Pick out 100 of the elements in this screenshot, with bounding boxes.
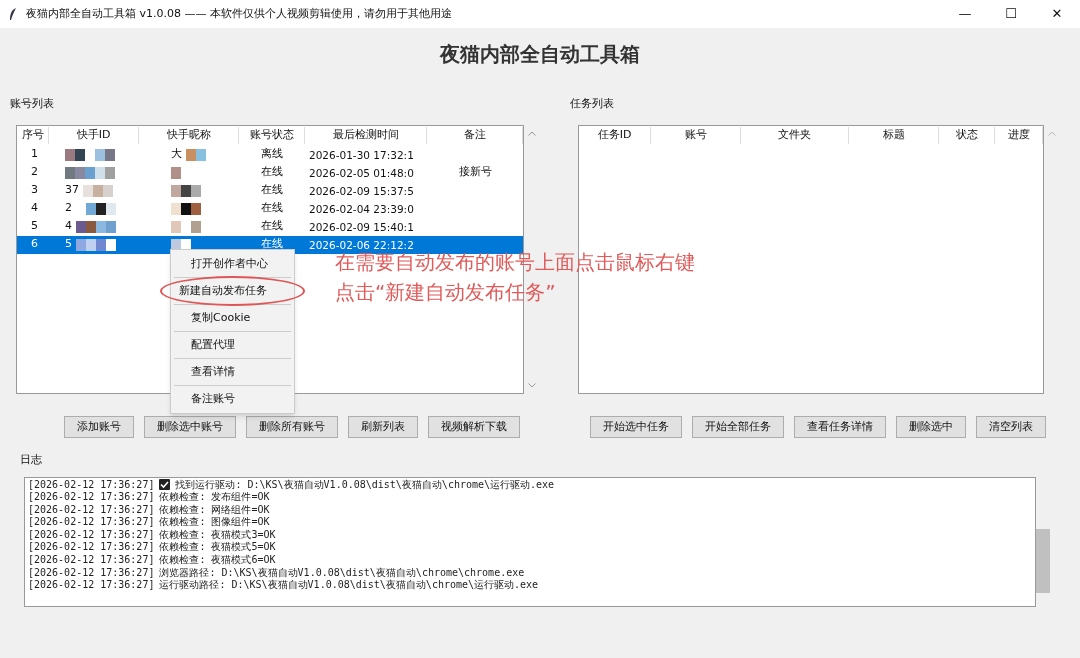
table-row[interactable]: 3 37 在线 2026-02-09 15:37:5 bbox=[17, 181, 523, 200]
toolbar-button[interactable]: 查看任务详情 bbox=[794, 416, 886, 438]
minimize-button[interactable]: — bbox=[942, 0, 988, 28]
blurred-cell bbox=[171, 238, 191, 251]
table-cell: 37 bbox=[65, 182, 79, 199]
log-message: 运行驱动路径: D:\KS\夜猫自动V1.0.08\dist\夜猫自动\chrome\运行驱动.exe bbox=[159, 579, 539, 592]
log-time: [2026-02-12 17:36:27] bbox=[28, 579, 155, 592]
table-row[interactable]: 4 2 在线 2026-02-04 23:39:0 bbox=[17, 199, 523, 218]
blurred-cell bbox=[65, 166, 115, 179]
column-header[interactable]: 快手ID bbox=[49, 127, 139, 144]
table-cell-text: 3 bbox=[30, 182, 39, 199]
table-cell-text: 2026-02-04 23:39:0 bbox=[308, 201, 414, 216]
table-cell-text: 在线 bbox=[260, 182, 284, 199]
column-header[interactable]: 状态 bbox=[939, 127, 995, 144]
table-cell-text: 在线 bbox=[260, 200, 284, 217]
log-message: 依赖检查: 夜猫模式6=OK bbox=[159, 554, 276, 567]
feather-icon bbox=[8, 7, 18, 21]
table-cell: 5 bbox=[65, 236, 72, 253]
toolbar-button[interactable]: 开始选中任务 bbox=[590, 416, 682, 438]
log-time: [2026-02-12 17:36:27] bbox=[28, 503, 155, 517]
log-time: [2026-02-12 17:36:27] bbox=[28, 528, 155, 542]
blurred-cell bbox=[76, 220, 116, 233]
blurred-cell bbox=[83, 184, 113, 197]
scroll-thumb[interactable] bbox=[1036, 528, 1050, 593]
column-header[interactable]: 标题 bbox=[849, 127, 939, 144]
column-header[interactable]: 序号 bbox=[17, 127, 49, 144]
group-label: 账号列表 bbox=[10, 96, 55, 112]
maximize-button[interactable]: ☐ bbox=[988, 0, 1034, 28]
column-header[interactable]: 备注 bbox=[427, 127, 523, 144]
table-cell-text: 6 bbox=[30, 236, 39, 253]
column-header[interactable]: 最后检测时间 bbox=[305, 127, 427, 144]
toolbar-button[interactable]: 开始全部任务 bbox=[692, 416, 784, 438]
toolbar-button[interactable]: 清空列表 bbox=[976, 416, 1046, 438]
scroll-down-icon[interactable] bbox=[528, 383, 536, 388]
toolbar-button[interactable]: 添加账号 bbox=[64, 416, 134, 438]
scroll-up-icon[interactable] bbox=[1048, 130, 1056, 136]
table-cell-text: 在线 bbox=[260, 236, 284, 253]
log-time: [2026-02-12 17:36:27] bbox=[28, 566, 155, 580]
toolbar-button[interactable]: 删除所有账号 bbox=[246, 416, 338, 438]
table-cell-text: 5 bbox=[30, 218, 39, 235]
column-header[interactable]: 文件夹 bbox=[741, 127, 849, 144]
table-cell-text: 2026-02-09 15:37:5 bbox=[308, 183, 414, 198]
table-cell: 2 bbox=[65, 200, 72, 217]
menu-item[interactable]: 复制Cookie bbox=[174, 305, 291, 331]
table-cell-text: 离线 bbox=[260, 146, 284, 163]
column-header[interactable]: 账号状态 bbox=[239, 127, 305, 144]
menu-item[interactable]: 备注账号 bbox=[174, 386, 291, 412]
table-cell-text: 接新号 bbox=[457, 164, 493, 181]
log-message: 依赖检查: 发布组件=OK bbox=[159, 491, 270, 504]
close-button[interactable]: ✕ bbox=[1034, 0, 1080, 28]
table-row[interactable]: 2 在线 2026-02-05 01:48:0 接新号 bbox=[17, 163, 523, 182]
log-message: 找到运行驱动: D:\KS\夜猫自动V1.0.08\dist\夜猫自动\chrome\运行驱动.exe bbox=[175, 478, 555, 491]
scroll-up-icon[interactable] bbox=[528, 130, 536, 136]
log-message: 依赖检查: 夜猫模式5=OK bbox=[159, 541, 276, 554]
table-cell: 4 bbox=[65, 218, 72, 235]
group-label: 任务列表 bbox=[570, 96, 615, 112]
menu-item[interactable]: 新建自动发布任务 bbox=[162, 278, 303, 304]
blurred-cell bbox=[171, 184, 201, 197]
app-heading: 夜猫内部全自动工具箱 bbox=[440, 41, 640, 68]
blurred-cell bbox=[171, 166, 181, 179]
check-icon bbox=[159, 479, 171, 491]
log-message: 依赖检查: 夜猫模式3=OK bbox=[159, 528, 276, 541]
toolbar-button[interactable]: 删除选中账号 bbox=[144, 416, 236, 438]
window-title: 夜猫内部全自动工具箱 v1.0.08 —— 本软件仅供个人视频剪辑使用，请勿用于其他用途 bbox=[26, 5, 452, 22]
table-cell-text: 4 bbox=[30, 200, 39, 217]
menu-item[interactable]: 打开创作者中心 bbox=[174, 251, 291, 277]
menu-item[interactable]: 配置代理 bbox=[174, 332, 291, 358]
log-message: 依赖检查: 网络组件=OK bbox=[159, 503, 270, 516]
table-row[interactable]: 5 4 在线 2026-02-09 15:40:1 bbox=[17, 217, 523, 236]
table-cell-text: 在线 bbox=[260, 164, 284, 181]
log-time: [2026-02-12 17:36:27] bbox=[28, 541, 155, 555]
column-header[interactable]: 账号 bbox=[651, 127, 741, 144]
table-cell-text: 2026-02-05 01:48:0 bbox=[308, 165, 414, 180]
table-cell-text: 2026-02-09 15:40:1 bbox=[308, 219, 414, 234]
menu-item[interactable]: 查看详情 bbox=[174, 359, 291, 385]
toolbar-button[interactable]: 视频解析下载 bbox=[428, 416, 520, 438]
table-cell-text: 2026-02-06 22:12:2 bbox=[308, 237, 414, 252]
column-header[interactable]: 任务ID bbox=[579, 127, 651, 144]
table-cell-text: 1 bbox=[30, 146, 39, 163]
table-cell-text: 在线 bbox=[260, 218, 284, 235]
column-header[interactable]: 快手昵称 bbox=[139, 127, 239, 144]
toolbar-button[interactable]: 刷新列表 bbox=[348, 416, 418, 438]
blurred-cell bbox=[65, 148, 115, 161]
blurred-cell bbox=[186, 148, 206, 161]
log-time: [2026-02-12 17:36:27] bbox=[28, 516, 155, 529]
log-message: 依赖检查: 图像组件=OK bbox=[159, 516, 270, 529]
blurred-cell bbox=[171, 202, 201, 215]
table-cell-text: 2026-01-30 17:32:1 bbox=[308, 147, 414, 162]
column-header[interactable]: 进度 bbox=[995, 127, 1043, 144]
blurred-cell bbox=[76, 238, 116, 251]
log-message: 浏览器路径: D:\KS\夜猫自动V1.0.08\dist\夜猫自动\chrome\chrome.exe bbox=[159, 566, 525, 579]
table-row[interactable]: 1 大 离线 2026-01-30 17:32:1 bbox=[17, 145, 523, 164]
log-time: [2026-02-12 17:36:27] bbox=[28, 554, 155, 567]
log-time: [2026-02-12 17:36:27] bbox=[28, 478, 155, 492]
blurred-cell bbox=[171, 220, 201, 233]
toolbar-button[interactable]: 删除选中 bbox=[896, 416, 966, 438]
log-time: [2026-02-12 17:36:27] bbox=[28, 491, 155, 504]
table-cell: 大 bbox=[171, 146, 182, 163]
group-label: 日志 bbox=[20, 452, 43, 468]
table-cell-text: 2 bbox=[30, 164, 39, 181]
